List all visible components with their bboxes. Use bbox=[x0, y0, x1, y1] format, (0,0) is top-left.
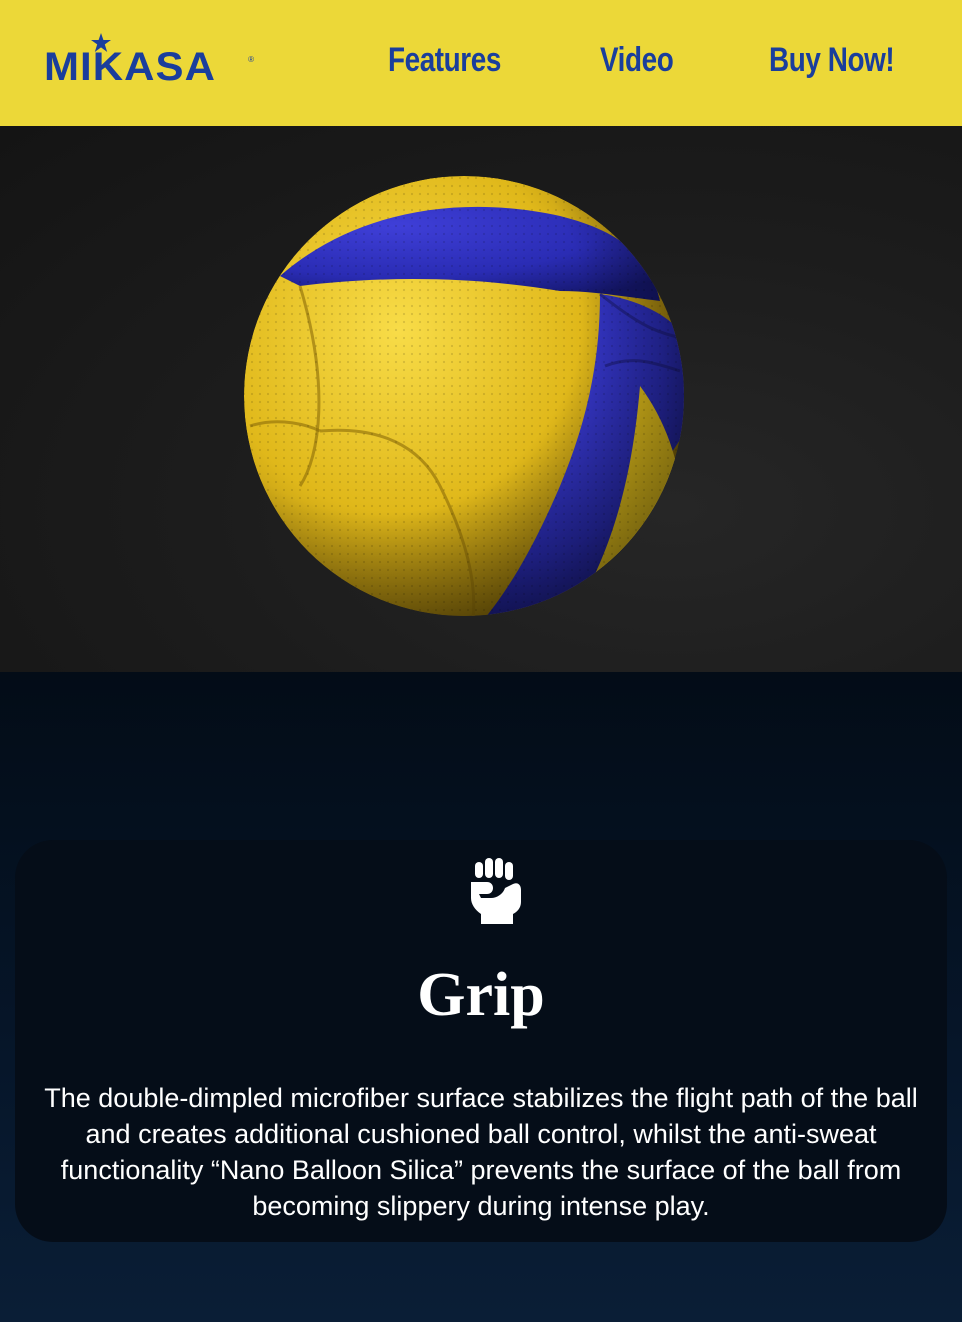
nav-buy-now-link[interactable]: Buy Now! bbox=[769, 38, 895, 82]
fist-icon bbox=[471, 858, 521, 924]
registered-mark: ® bbox=[248, 55, 254, 64]
nav-features-link[interactable]: Features bbox=[388, 38, 501, 82]
nav-video-link[interactable]: Video bbox=[600, 38, 674, 82]
site-header: MIKASA ® Features Video Buy Now! bbox=[0, 0, 962, 126]
hero-section bbox=[0, 126, 962, 672]
feature-title: Grip bbox=[417, 961, 545, 1029]
volleyball-image bbox=[244, 176, 684, 616]
feature-description: The double-dimpled microfiber surface st… bbox=[44, 1083, 918, 1221]
brand-name: MIKASA bbox=[44, 45, 216, 89]
features-section: Grip The double-dimpled microfiber surfa… bbox=[0, 672, 962, 1322]
mikasa-logo[interactable]: MIKASA ® bbox=[44, 33, 254, 89]
feature-card-grip: Grip The double-dimpled microfiber surfa… bbox=[15, 840, 947, 1242]
